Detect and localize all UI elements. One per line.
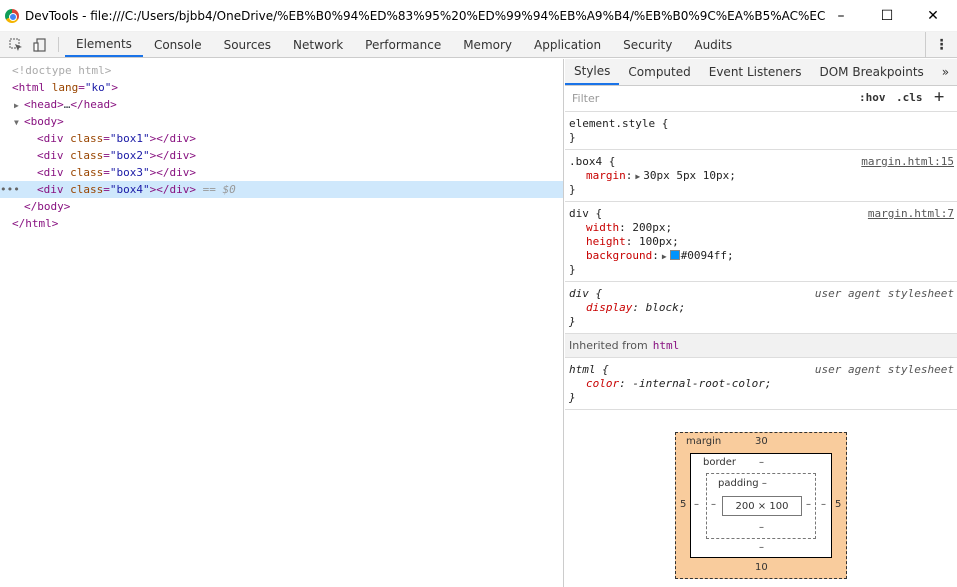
minimize-button[interactable]: –: [818, 0, 864, 32]
cls-toggle-button[interactable]: .cls: [896, 91, 923, 104]
tab-application[interactable]: Application: [523, 32, 612, 57]
tab-computed[interactable]: Computed: [619, 59, 699, 85]
dom-html-close[interactable]: </html>: [0, 215, 563, 232]
inherited-section-header: Inherited from html: [565, 334, 957, 358]
dom-html-open[interactable]: <html lang="ko">: [0, 79, 563, 96]
property-color: color: -internal-root-color;: [586, 377, 772, 390]
expand-shorthand-icon[interactable]: ▶: [662, 252, 667, 261]
rule-html-user-agent: user agent stylesheet html { color: -int…: [565, 358, 957, 410]
inspect-element-icon[interactable]: [4, 32, 28, 57]
styles-panel: Styles Computed Event Listeners DOM Brea…: [565, 59, 957, 587]
rule-div-user-agent: user agent stylesheet div { display: blo…: [565, 282, 957, 334]
toolbar-divider: [58, 37, 59, 52]
property-width[interactable]: width: 200px;: [569, 221, 953, 235]
tab-console[interactable]: Console: [143, 32, 213, 57]
border-top-value[interactable]: –: [759, 457, 764, 468]
color-swatch[interactable]: [669, 250, 680, 260]
styles-tabs: Styles Computed Event Listeners DOM Brea…: [565, 59, 957, 86]
collapse-triangle-icon[interactable]: ▼: [14, 114, 24, 131]
rule-div: margin.html:7 div { width: 200px; height…: [565, 202, 957, 282]
dom-div-box1[interactable]: <div class="box1"></div>: [0, 130, 563, 147]
tab-network[interactable]: Network: [282, 32, 354, 57]
tab-sources[interactable]: Sources: [213, 32, 282, 57]
tab-security[interactable]: Security: [612, 32, 683, 57]
rule-element-style: element.style { }: [565, 112, 957, 150]
box-model-diagram: margin 30 5 5 10 border – – – – padding …: [565, 410, 957, 587]
tab-audits[interactable]: Audits: [683, 32, 743, 57]
property-background[interactable]: background: ▶ #0094ff;: [569, 249, 953, 263]
dom-div-box4-selected[interactable]: ••• <div class="box4"></div> == $0: [0, 181, 563, 198]
padding-left-value[interactable]: –: [711, 499, 716, 510]
chrome-icon: [5, 8, 19, 23]
tab-memory[interactable]: Memory: [452, 32, 523, 57]
box-model-content[interactable]: 200 × 100: [722, 496, 802, 516]
styles-filter-bar: :hov .cls +: [565, 86, 957, 112]
rule-box4: margin.html:15 .box4 { margin: ▶ 30px 5px …: [565, 150, 957, 202]
border-label: border: [703, 457, 737, 468]
padding-bottom-value[interactable]: –: [759, 522, 764, 533]
new-style-rule-icon[interactable]: +: [934, 87, 944, 107]
hov-toggle-button[interactable]: :hov: [859, 91, 886, 104]
border-right-value[interactable]: –: [821, 499, 826, 510]
styles-filter-input[interactable]: [570, 89, 850, 108]
devtools-toolbar: Elements Console Sources Network Perform…: [0, 32, 957, 58]
expand-shorthand-icon[interactable]: ▶: [635, 172, 640, 181]
tab-event-listeners[interactable]: Event Listeners: [700, 59, 811, 85]
more-actions-icon[interactable]: •••: [0, 181, 20, 198]
dom-head[interactable]: ▶ <head>…</head>: [0, 96, 563, 113]
elements-panel: <!doctype html> <html lang="ko"> ▶ <head>…: [0, 59, 564, 587]
rule-source-label: user agent stylesheet: [814, 363, 954, 376]
property-display: display: block;: [586, 301, 686, 314]
dom-div-box2[interactable]: <div class="box2"></div>: [0, 147, 563, 164]
rule-selector[interactable]: element.style {: [569, 117, 953, 131]
property-margin[interactable]: margin: ▶ 30px 5px 10px;: [569, 169, 953, 183]
tab-styles[interactable]: Styles: [565, 59, 620, 85]
box-model-border[interactable]: border – – – – padding – – – – 200 × 100: [690, 453, 832, 558]
rule-source-link[interactable]: margin.html:7: [868, 207, 954, 220]
dom-body-open[interactable]: ▼ <body>: [0, 113, 563, 130]
tab-elements[interactable]: Elements: [65, 32, 143, 57]
padding-right-value[interactable]: –: [806, 499, 811, 510]
maximize-button[interactable]: ☐: [864, 0, 910, 32]
rule-source-link[interactable]: margin.html:15: [861, 155, 954, 168]
border-left-value[interactable]: –: [694, 499, 699, 510]
box-model-margin[interactable]: margin 30 5 5 10 border – – – – padding …: [675, 432, 847, 579]
property-height[interactable]: height: 100px;: [569, 235, 953, 249]
margin-left-value[interactable]: 5: [680, 499, 686, 510]
padding-label: padding –: [718, 478, 767, 489]
more-options-icon[interactable]: ⋮: [925, 32, 957, 57]
tab-performance[interactable]: Performance: [354, 32, 452, 57]
window-titlebar: DevTools - file:///C:/Users/bjbb4/OneDri…: [0, 0, 957, 32]
dom-body-close[interactable]: </body>: [0, 198, 563, 215]
window-title: DevTools - file:///C:/Users/bjbb4/OneDri…: [25, 8, 825, 23]
device-toolbar-icon[interactable]: [28, 32, 52, 57]
margin-label: margin: [686, 436, 722, 447]
border-bottom-value[interactable]: –: [759, 542, 764, 553]
dom-div-box3[interactable]: <div class="box3"></div>: [0, 164, 563, 181]
margin-top-value[interactable]: 30: [755, 436, 768, 447]
expand-triangle-icon[interactable]: ▶: [14, 97, 24, 114]
rule-source-label: user agent stylesheet: [814, 287, 954, 300]
close-button[interactable]: ✕: [910, 0, 956, 32]
box-model-padding[interactable]: padding – – – – 200 × 100: [706, 473, 816, 539]
tab-dom-breakpoints[interactable]: DOM Breakpoints: [810, 59, 932, 85]
dom-doctype[interactable]: <!doctype html>: [0, 62, 563, 79]
margin-right-value[interactable]: 5: [835, 499, 841, 510]
margin-bottom-value[interactable]: 10: [755, 562, 768, 573]
inherited-node-link[interactable]: html: [653, 339, 680, 352]
more-tabs-icon[interactable]: »: [933, 59, 957, 85]
